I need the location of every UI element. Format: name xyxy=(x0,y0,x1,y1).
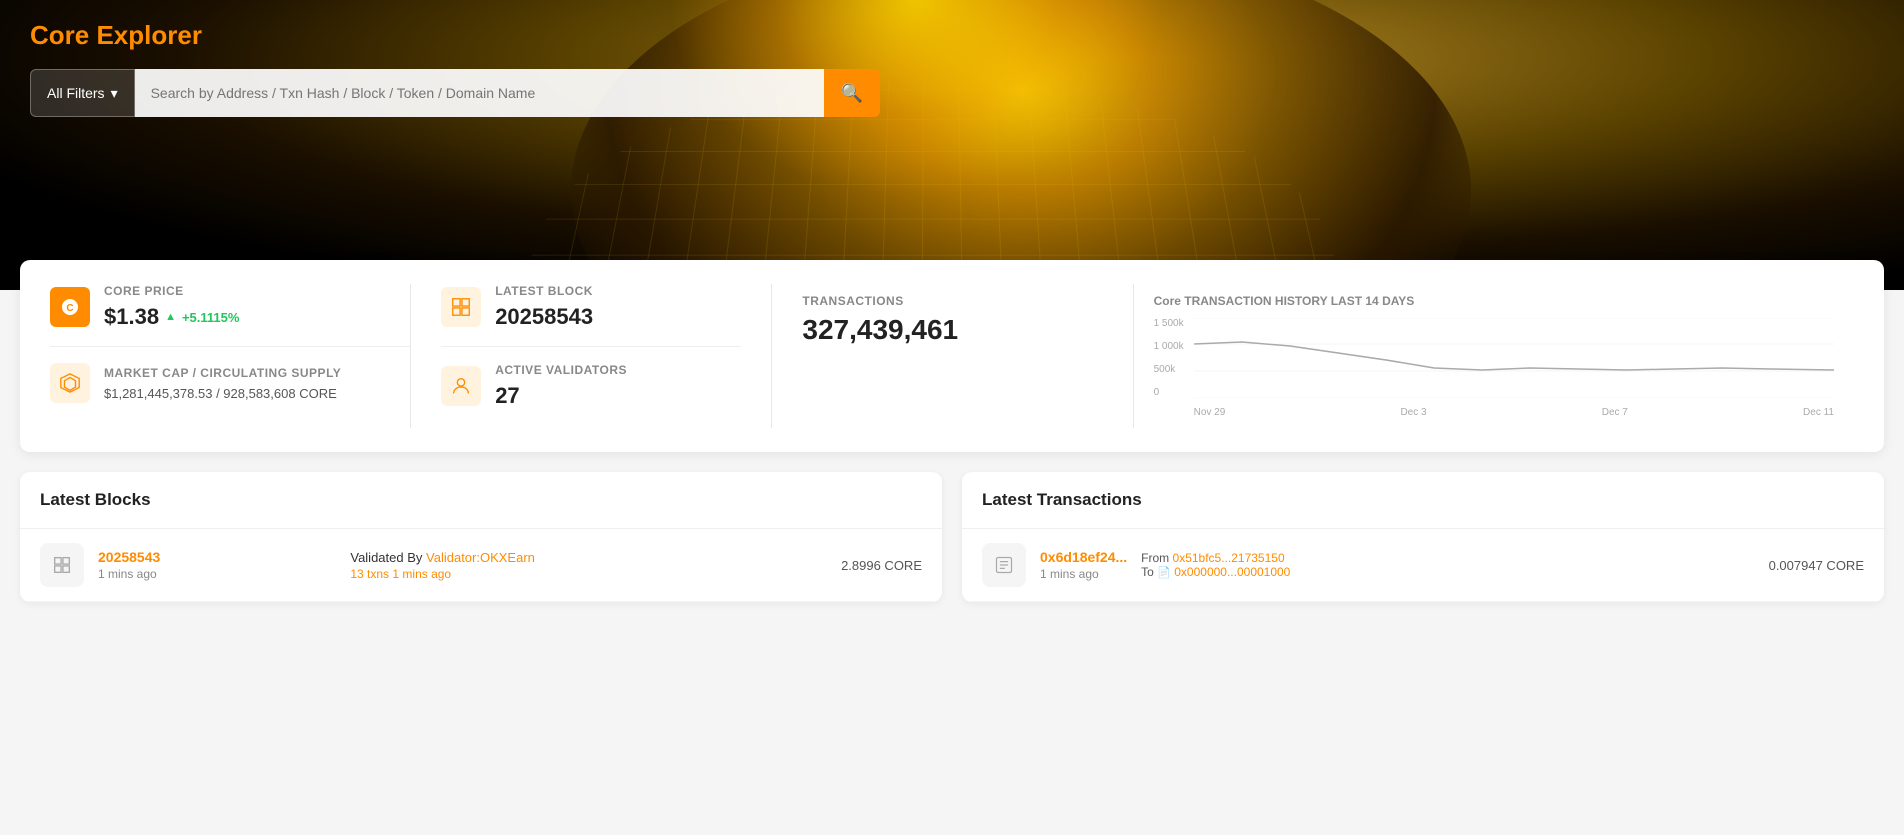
latest-block-row: LATEST BLOCK 20258543 xyxy=(441,284,741,330)
filter-label: All Filters xyxy=(47,85,105,101)
chart-y-label-4: 1 500k xyxy=(1154,318,1184,329)
tx-to-label: To xyxy=(1141,565,1154,579)
block-info: 20258543 1 mins ago xyxy=(98,549,336,581)
search-button[interactable]: 🔍 xyxy=(824,69,880,117)
tx-from: From 0x51bfc5...21735150 xyxy=(1141,551,1754,565)
tx-to: To 📄 0x000000...00001000 xyxy=(1141,565,1754,579)
block-icon-box xyxy=(40,543,84,587)
price-value: $1.38 xyxy=(104,304,159,330)
price-arrow-icon: ▲ xyxy=(165,311,176,323)
latest-blocks-panel: Latest Blocks 20258543 1 mins ago Valida… xyxy=(20,472,942,602)
logo: Core Explorer xyxy=(30,20,1874,51)
chevron-down-icon: ▾ xyxy=(111,85,118,102)
transactions-label: TRANSACTIONS xyxy=(802,294,1102,308)
validators-label: ACTIVE VALIDATORS xyxy=(495,363,627,377)
validators-icon xyxy=(441,366,481,406)
tx-to-doc-icon: 📄 xyxy=(1157,567,1171,579)
tx-icon-box xyxy=(982,543,1026,587)
header: Core Explorer All Filters ▾ 🔍 xyxy=(0,0,1904,133)
latest-transactions-title: Latest Transactions xyxy=(962,472,1884,529)
market-cap-value: $1,281,445,378.53 / 928,583,608 CORE xyxy=(104,386,341,401)
tx-amount: 0.007947 CORE xyxy=(1769,558,1864,573)
block-reward: 2.8996 CORE xyxy=(841,558,922,573)
tx-time: 1 mins ago xyxy=(1040,567,1127,581)
price-label: CORE PRICE xyxy=(104,284,239,298)
stats-card: C CORE PRICE $1.38 ▲ +5.1115% xyxy=(20,260,1884,452)
table-row: 20258543 1 mins ago Validated By Validat… xyxy=(20,529,942,602)
hero-section: Core Explorer All Filters ▾ 🔍 xyxy=(0,0,1904,290)
tx-hash[interactable]: 0x6d18ef24... xyxy=(1040,549,1127,565)
price-row: C CORE PRICE $1.38 ▲ +5.1115% xyxy=(50,284,410,330)
chart-x-dec11: Dec 11 xyxy=(1803,407,1834,418)
chart-area xyxy=(1194,318,1834,398)
search-icon: 🔍 xyxy=(841,83,863,104)
chart-container: 1 500k 1 000k 500k 0 Nov 29 Dec 3 xyxy=(1154,318,1834,418)
chart-x-dec7: Dec 7 xyxy=(1602,407,1628,418)
chart-x-dec3: Dec 3 xyxy=(1400,407,1426,418)
latest-block-label: LATEST BLOCK xyxy=(495,284,593,298)
filter-button[interactable]: All Filters ▾ xyxy=(30,69,135,117)
search-bar: All Filters ▾ 🔍 xyxy=(30,69,880,117)
tx-hash-info: 0x6d18ef24... 1 mins ago xyxy=(1040,549,1127,581)
transactions-value: 327,439,461 xyxy=(802,314,1102,346)
tx-to-addr[interactable]: 0x000000...00001000 xyxy=(1174,565,1290,579)
chart-x-labels: Nov 29 Dec 3 Dec 7 Dec 11 xyxy=(1194,407,1834,418)
bottom-grid: Latest Blocks 20258543 1 mins ago Valida… xyxy=(20,472,1884,602)
stat-transactions-section: TRANSACTIONS 327,439,461 xyxy=(772,284,1132,428)
block-time: 1 mins ago xyxy=(98,567,336,581)
validators-row: ACTIVE VALIDATORS 27 xyxy=(441,363,741,409)
market-cap-icon xyxy=(50,363,90,403)
block-icon xyxy=(441,287,481,327)
stat-price-section: C CORE PRICE $1.38 ▲ +5.1115% xyxy=(50,284,410,428)
tx-addresses: From 0x51bfc5...21735150 To 📄 0x000000..… xyxy=(1141,551,1754,579)
search-input[interactable] xyxy=(135,69,824,117)
validator-info: Validated By Validator:OKXEarn 13 txns 1… xyxy=(350,550,827,581)
latest-transactions-panel: Latest Transactions 0x6d18ef24... 1 mins… xyxy=(962,472,1884,602)
txns-info: 13 txns 1 mins ago xyxy=(350,567,827,581)
latest-block-value: 20258543 xyxy=(495,304,593,330)
validated-by-label: Validated By xyxy=(350,550,422,565)
chart-section: Core TRANSACTION HISTORY LAST 14 DAYS 1 … xyxy=(1134,284,1854,428)
core-price-icon: C xyxy=(50,287,90,327)
svg-text:C: C xyxy=(66,303,73,314)
chart-y-label-2: 500k xyxy=(1154,364,1184,375)
block-number[interactable]: 20258543 xyxy=(98,549,336,565)
chart-x-nov29: Nov 29 xyxy=(1194,407,1226,418)
chart-y-label-1: 0 xyxy=(1154,387,1184,398)
latest-blocks-title: Latest Blocks xyxy=(20,472,942,529)
price-change: +5.1115% xyxy=(182,310,239,325)
table-row: 0x6d18ef24... 1 mins ago From 0x51bfc5..… xyxy=(962,529,1884,602)
validators-value: 27 xyxy=(495,383,627,409)
stat-block-section: LATEST BLOCK 20258543 ACTIVE VALIDATORS … xyxy=(411,284,771,428)
chart-title: Core TRANSACTION HISTORY LAST 14 DAYS xyxy=(1154,294,1834,308)
market-cap-label: MARKET CAP / CIRCULATING SUPPLY xyxy=(104,366,341,380)
tx-from-addr[interactable]: 0x51bfc5...21735150 xyxy=(1173,551,1285,565)
chart-y-label-3: 1 000k xyxy=(1154,341,1184,352)
chart-y-labels: 1 500k 1 000k 500k 0 xyxy=(1154,318,1184,398)
market-cap-row: MARKET CAP / CIRCULATING SUPPLY $1,281,4… xyxy=(50,363,410,403)
validator-link[interactable]: Validator:OKXEarn xyxy=(426,550,535,565)
